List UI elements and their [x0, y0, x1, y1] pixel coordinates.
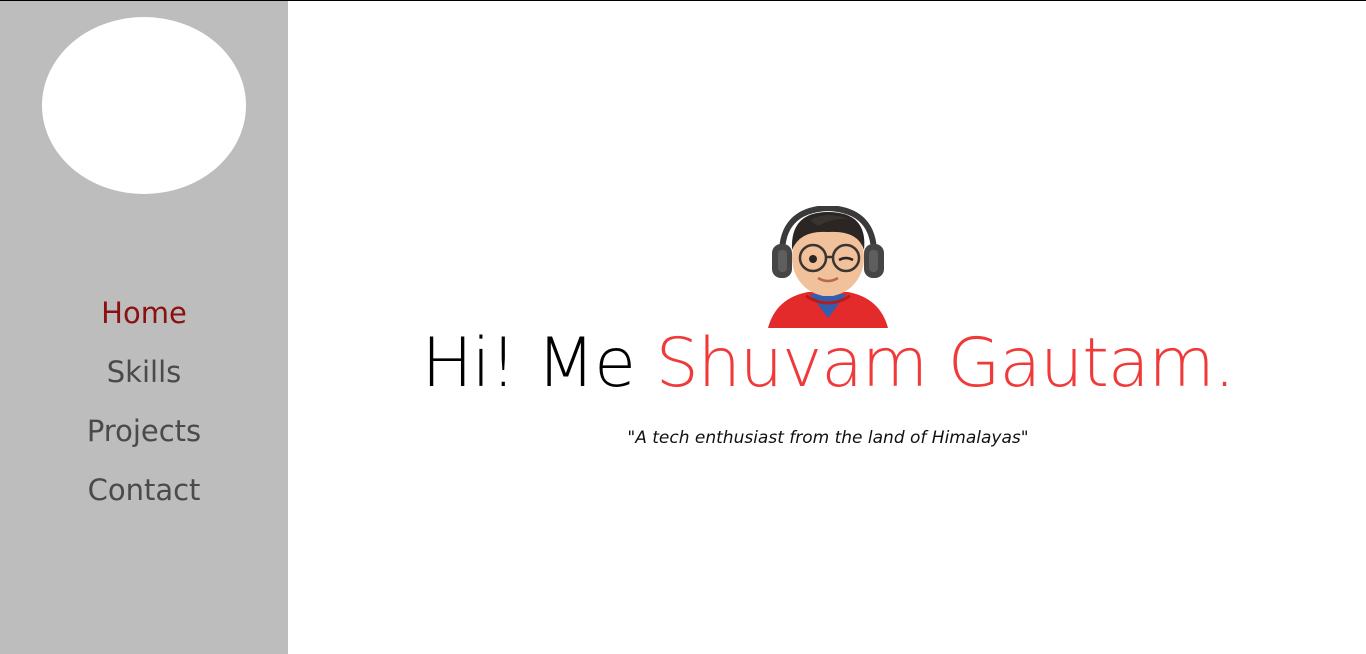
hero-section: Hi! Me Shuvam Gautam. "A tech enthusiast…	[288, 1, 1366, 654]
nav-item-skills: Skills	[0, 343, 288, 402]
memoji-avatar-icon	[768, 206, 888, 328]
hero-tagline: "A tech enthusiast from the land of Hima…	[627, 428, 1029, 448]
sidebar: Home Skills Projects Contact	[0, 1, 288, 654]
nav-link-skills[interactable]: Skills	[107, 355, 181, 389]
nav-item-projects: Projects	[0, 402, 288, 461]
sidebar-nav: Home Skills Projects Contact	[0, 284, 288, 520]
hero-name: Shuvam Gautam.	[655, 324, 1236, 403]
hero-greeting: Hi! Me	[421, 324, 656, 403]
nav-item-contact: Contact	[0, 461, 288, 520]
nav-link-home[interactable]: Home	[101, 296, 187, 330]
profile-avatar	[42, 17, 246, 194]
nav-link-contact[interactable]: Contact	[88, 473, 201, 507]
nav-link-projects[interactable]: Projects	[87, 414, 201, 448]
nav-item-home: Home	[0, 284, 288, 343]
hero-title: Hi! Me Shuvam Gautam.	[288, 319, 1366, 409]
